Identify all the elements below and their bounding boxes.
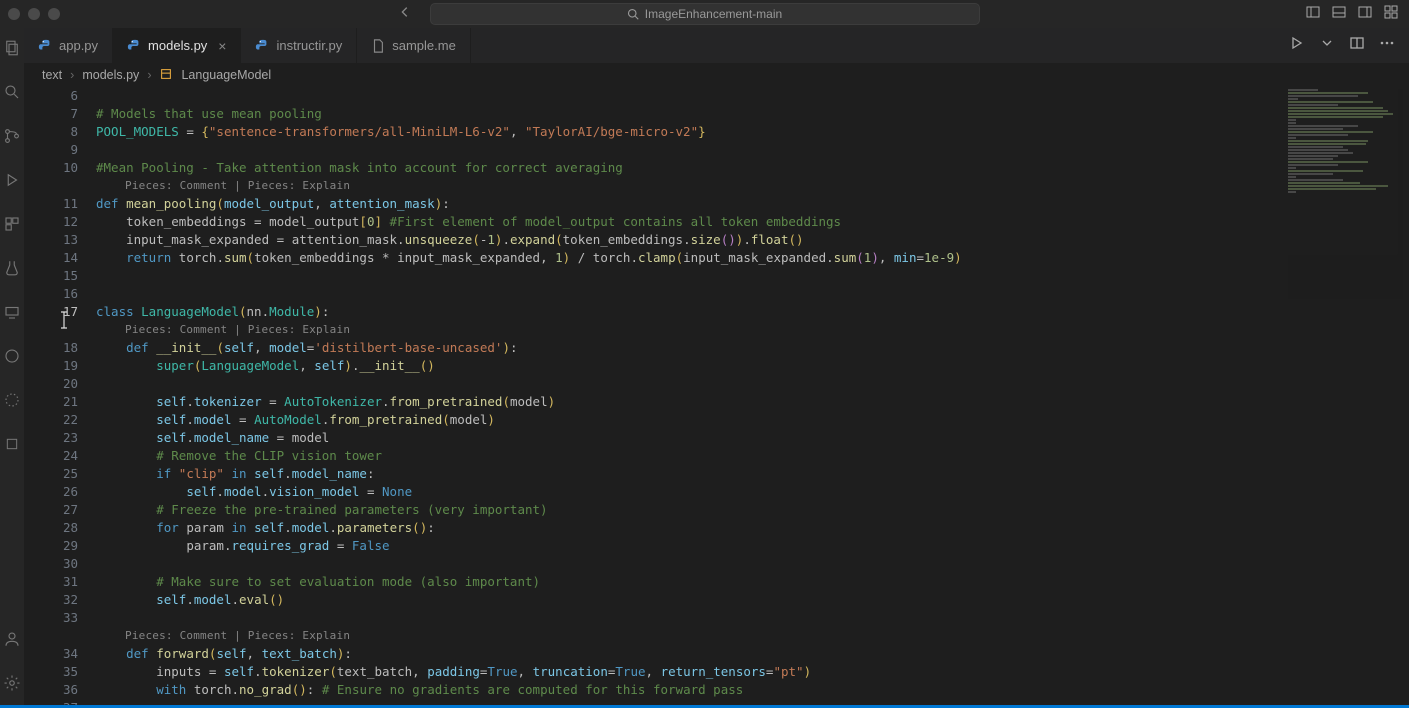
code-line[interactable]	[96, 555, 1409, 573]
code-editor[interactable]: 6789101112131415161718192021222324252627…	[24, 87, 1409, 705]
code-line[interactable]	[96, 267, 1409, 285]
command-center-search[interactable]: ImageEnhancement-main	[430, 3, 980, 25]
toggle-secondary-sidebar-icon[interactable]	[1357, 4, 1373, 25]
code-line[interactable]	[96, 375, 1409, 393]
nav-back-icon[interactable]	[398, 5, 412, 24]
code-line[interactable]: with torch.no_grad(): # Ensure no gradie…	[96, 681, 1409, 699]
more-actions-icon[interactable]	[1379, 35, 1395, 56]
ext-icon[interactable]	[2, 434, 22, 454]
code-line[interactable]: def forward(self, text_batch):	[96, 645, 1409, 663]
code-line[interactable]: super(LanguageModel, self).__init__()	[96, 357, 1409, 375]
code-line[interactable]: self.model_name = model	[96, 429, 1409, 447]
line-number-gutter: 6789101112131415161718192021222324252627…	[24, 87, 96, 705]
minimap[interactable]	[1288, 89, 1403, 299]
code-line[interactable]	[96, 609, 1409, 627]
tab-instructir-py[interactable]: instructir.py	[241, 28, 357, 63]
tab-app-py[interactable]: app.py	[24, 28, 113, 63]
chevron-right-icon: ›	[70, 68, 74, 82]
codelens-hint[interactable]: Pieces: Comment | Pieces: Explain	[96, 177, 1409, 195]
tab-sample-me[interactable]: sample.me	[357, 28, 471, 63]
code-line[interactable]: for param in self.model.parameters():	[96, 519, 1409, 537]
code-line[interactable]: inputs = self.tokenizer(text_batch, padd…	[96, 663, 1409, 681]
code-line[interactable]: self.tokenizer = AutoTokenizer.from_pret…	[96, 393, 1409, 411]
code-line[interactable]: return torch.sum(token_embeddings * inpu…	[96, 249, 1409, 267]
code-line[interactable]: #Mean Pooling - Take attention mask into…	[96, 159, 1409, 177]
code-line[interactable]	[96, 699, 1409, 705]
file-icon	[371, 39, 385, 53]
search-placeholder: ImageEnhancement-main	[645, 7, 782, 21]
minimize-window-button[interactable]	[28, 8, 40, 20]
zoom-window-button[interactable]	[48, 8, 60, 20]
code-line[interactable]: class LanguageModel(nn.Module):	[96, 303, 1409, 321]
code-line[interactable]: # Freeze the pre-trained parameters (ver…	[96, 501, 1409, 519]
code-line[interactable]: def mean_pooling(model_output, attention…	[96, 195, 1409, 213]
code-line[interactable]: self.model = AutoModel.from_pretrained(m…	[96, 411, 1409, 429]
settings-gear-icon[interactable]	[2, 673, 22, 693]
text-cursor-icon	[57, 311, 71, 332]
run-debug-icon[interactable]	[2, 170, 22, 190]
breadcrumb-file[interactable]: models.py	[82, 68, 139, 82]
code-line[interactable]: # Models that use mean pooling	[96, 105, 1409, 123]
run-file-icon[interactable]	[1289, 35, 1305, 56]
search-icon	[627, 8, 639, 20]
code-line[interactable]: param.requires_grad = False	[96, 537, 1409, 555]
tab-label: instructir.py	[276, 38, 342, 53]
breadcrumb-symbol[interactable]: LanguageModel	[181, 68, 271, 82]
file-icon	[255, 39, 269, 53]
code-line[interactable]: self.model.eval()	[96, 591, 1409, 609]
search-activity-icon[interactable]	[2, 82, 22, 102]
explorer-icon[interactable]	[2, 38, 22, 58]
code-line[interactable]: # Make sure to set evaluation mode (also…	[96, 573, 1409, 591]
close-tab-icon[interactable]: ×	[218, 38, 226, 54]
titlebar: ImageEnhancement-main	[0, 0, 1409, 28]
tab-models-py[interactable]: models.py ×	[113, 28, 241, 63]
code-line[interactable]: token_embeddings = model_output[0] #Firs…	[96, 213, 1409, 231]
close-window-button[interactable]	[8, 8, 20, 20]
pieces-icon[interactable]	[2, 346, 22, 366]
customize-layout-icon[interactable]	[1383, 4, 1399, 25]
file-icon	[38, 39, 52, 53]
code-line[interactable]	[96, 141, 1409, 159]
code-line[interactable]: self.model.vision_model = None	[96, 483, 1409, 501]
tab-label: models.py	[148, 38, 207, 53]
code-line[interactable]: def __init__(self, model='distilbert-bas…	[96, 339, 1409, 357]
code-line[interactable]: if "clip" in self.model_name:	[96, 465, 1409, 483]
code-line[interactable]	[96, 285, 1409, 303]
layout-controls	[1305, 4, 1399, 25]
activity-bar	[0, 28, 24, 705]
window-controls	[8, 8, 60, 20]
code-content[interactable]: # Models that use mean poolingPOOL_MODEL…	[96, 87, 1409, 705]
chevron-right-icon: ›	[147, 68, 151, 82]
account-icon[interactable]	[2, 629, 22, 649]
run-dropdown-icon[interactable]	[1319, 35, 1335, 56]
tab-bar: app.py models.py × instructir.py sample.me	[24, 28, 1409, 63]
extensions-icon[interactable]	[2, 214, 22, 234]
source-control-icon[interactable]	[2, 126, 22, 146]
tab-label: app.py	[59, 38, 98, 53]
symbol-class-icon	[159, 67, 173, 84]
codelens-hint[interactable]: Pieces: Comment | Pieces: Explain	[96, 321, 1409, 339]
code-line[interactable]: # Remove the CLIP vision tower	[96, 447, 1409, 465]
breadcrumbs[interactable]: text › models.py › LanguageModel	[24, 63, 1409, 87]
split-editor-icon[interactable]	[1349, 35, 1365, 56]
editor-area: app.py models.py × instructir.py sample.me t…	[24, 28, 1409, 705]
code-line[interactable]	[96, 87, 1409, 105]
toggle-primary-sidebar-icon[interactable]	[1305, 4, 1321, 25]
testing-icon[interactable]	[2, 258, 22, 278]
file-icon	[127, 39, 141, 53]
codelens-hint[interactable]: Pieces: Comment | Pieces: Explain	[96, 627, 1409, 645]
toggle-panel-icon[interactable]	[1331, 4, 1347, 25]
editor-actions	[1289, 35, 1409, 56]
remote-icon[interactable]	[2, 302, 22, 322]
tab-label: sample.me	[392, 38, 456, 53]
code-line[interactable]: input_mask_expanded = attention_mask.uns…	[96, 231, 1409, 249]
breadcrumb-folder[interactable]: text	[42, 68, 62, 82]
copilot-icon[interactable]	[2, 390, 22, 410]
code-line[interactable]: POOL_MODELS = {"sentence-transformers/al…	[96, 123, 1409, 141]
